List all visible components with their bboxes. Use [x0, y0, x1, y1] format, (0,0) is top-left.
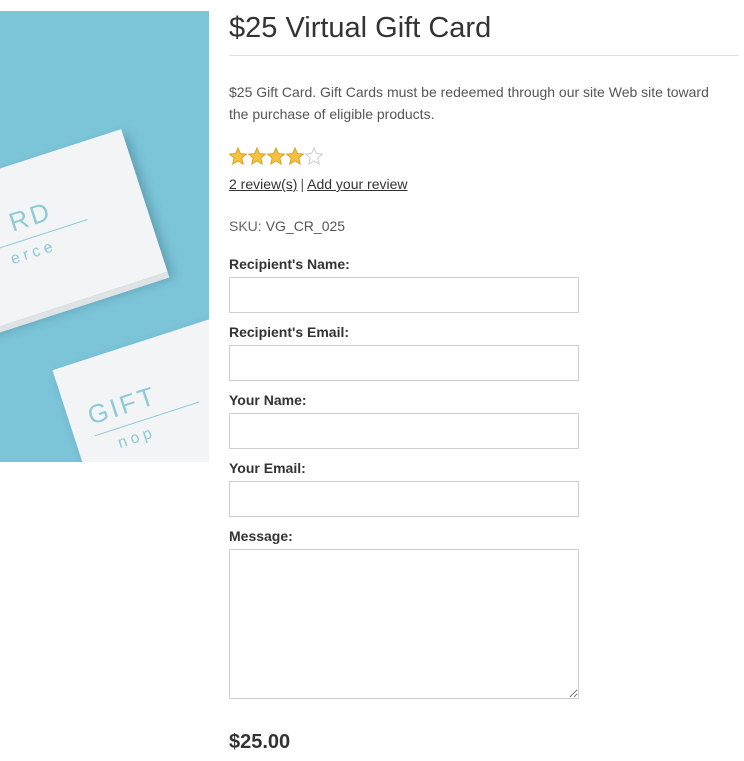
- sku-value: VG_CR_025: [265, 218, 346, 234]
- card-edge: [0, 271, 170, 349]
- product-image[interactable]: RD erce GIFT nop: [0, 11, 209, 462]
- recipient-email-input[interactable]: [229, 345, 579, 381]
- reviews-links: 2 review(s) | Add your review: [229, 176, 408, 192]
- product-rating: [229, 147, 323, 165]
- star-empty-icon: [305, 147, 323, 165]
- recipient-email-label: Recipient's Email:: [229, 324, 350, 340]
- add-review-link[interactable]: Add your review: [307, 176, 407, 192]
- star-filled-icon: [267, 147, 285, 165]
- recipient-name-label: Recipient's Name:: [229, 256, 350, 272]
- product-price: $25.00: [229, 731, 291, 753]
- reviews-count-link[interactable]: 2 review(s): [229, 176, 297, 192]
- reviews-separator: |: [300, 176, 305, 192]
- recipient-name-input[interactable]: [229, 277, 579, 313]
- your-email-input[interactable]: [229, 481, 579, 517]
- title-divider: [229, 55, 739, 56]
- card-text-small: nop: [115, 423, 158, 453]
- gift-card-image-back: GIFT nop: [52, 299, 209, 462]
- message-textarea[interactable]: [229, 549, 579, 699]
- sku-label: SKU:: [229, 218, 262, 234]
- sku-row: SKU: VG_CR_025: [229, 218, 345, 234]
- star-filled-icon: [229, 147, 247, 165]
- star-filled-icon: [248, 147, 266, 165]
- product-description: $25 Gift Card. Gift Cards must be redeem…: [229, 84, 709, 122]
- product-title: $25 Virtual Gift Card: [229, 12, 492, 44]
- your-email-label: Your Email:: [229, 460, 306, 476]
- star-filled-icon: [286, 147, 304, 165]
- your-name-label: Your Name:: [229, 392, 307, 408]
- your-name-input[interactable]: [229, 413, 579, 449]
- card-edge: [98, 441, 209, 462]
- gift-card-image-front: RD erce: [0, 129, 170, 349]
- message-label: Message:: [229, 528, 293, 544]
